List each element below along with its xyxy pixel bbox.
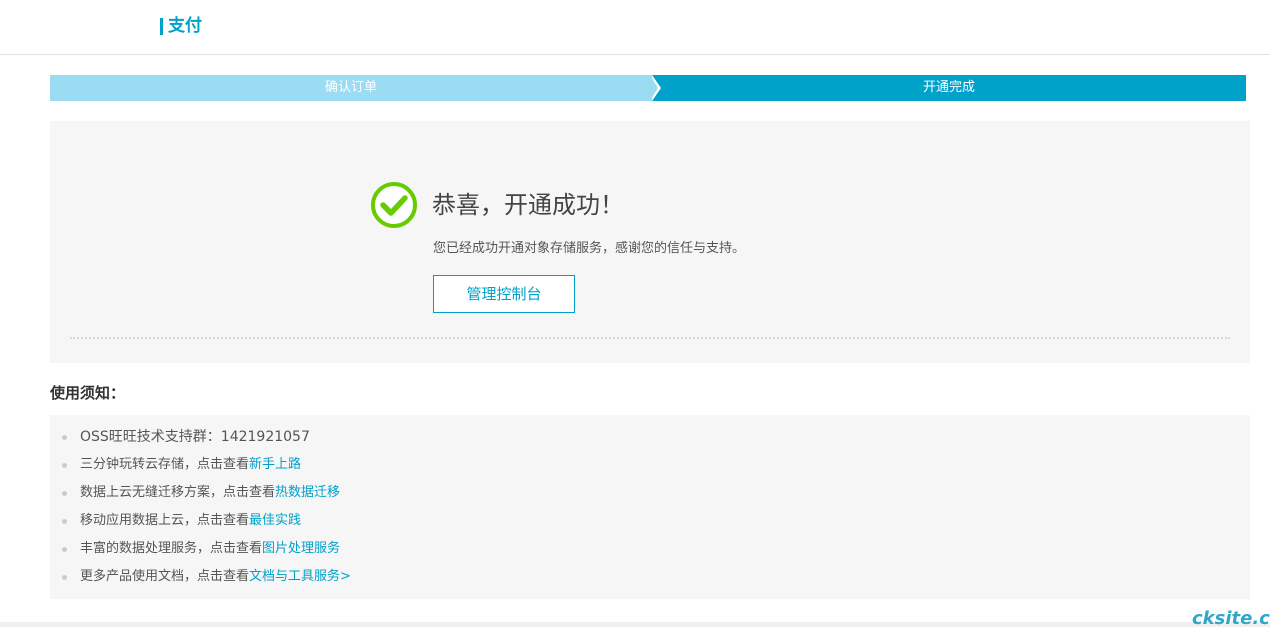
notice-item-text: 移动应用数据上云，点击查看 (80, 513, 250, 528)
success-title: 恭喜，开通成功！ (432, 191, 624, 219)
bullet-icon (62, 575, 67, 580)
best-practice-link[interactable]: 最佳实践 (249, 513, 301, 528)
notice-item-docs: 更多产品使用文档，点击查看文档与工具服务> (62, 565, 351, 593)
page-header: 支付 (0, 0, 1270, 55)
notice-item-text: 三分钟玩转云存储，点击查看 (80, 457, 250, 472)
bullet-icon (62, 519, 67, 524)
notice-item-processing: 丰富的数据处理服务，点击查看图片处理服务 (62, 537, 351, 565)
dotted-divider (70, 337, 1230, 339)
notice-item-text: 数据上云无缝迁移方案，点击查看 (80, 485, 276, 500)
bullet-icon (62, 547, 67, 552)
notice-item-text: 丰富的数据处理服务，点击查看 (80, 541, 263, 556)
manage-console-button[interactable]: 管理控制台 (433, 275, 575, 313)
bullet-icon (62, 463, 67, 468)
notice-list: OSS旺旺技术支持群：1421921057 三分钟玩转云存储，点击查看新手上路 … (62, 425, 351, 593)
step-activation-complete: 开通完成 (652, 75, 1246, 101)
success-description: 您已经成功开通对象存储服务，感谢您的信任与支持。 (433, 241, 746, 256)
site-watermark: cksite.cn (1192, 608, 1270, 627)
notice-item-support-group: OSS旺旺技术支持群：1421921057 (62, 425, 351, 453)
step-arrow (650, 75, 658, 101)
bullet-icon (62, 435, 67, 440)
notice-panel: OSS旺旺技术支持群：1421921057 三分钟玩转云存储，点击查看新手上路 … (50, 415, 1250, 599)
title-accent-bar (160, 18, 163, 35)
step-confirm-order: 确认订单 (50, 75, 652, 101)
image-processing-link[interactable]: 图片处理服务 (262, 541, 340, 556)
notice-item-getting-started: 三分钟玩转云存储，点击查看新手上路 (62, 453, 351, 481)
success-panel: 恭喜，开通成功！ 您已经成功开通对象存储服务，感谢您的信任与支持。 管理控制台 (50, 121, 1250, 363)
bullet-icon (62, 491, 67, 496)
notice-item-migration: 数据上云无缝迁移方案，点击查看热数据迁移 (62, 481, 351, 509)
notice-item-text: 更多产品使用文档，点击查看 (80, 569, 250, 584)
notice-item-text: OSS旺旺技术支持群：1421921057 (80, 429, 310, 445)
notice-item-mobile: 移动应用数据上云，点击查看最佳实践 (62, 509, 351, 537)
footer-divider (0, 622, 1270, 627)
notice-title: 使用须知： (50, 384, 126, 402)
progress-steps: 确认订单 开通完成 (50, 75, 1246, 101)
hot-data-migration-link[interactable]: 热数据迁移 (275, 485, 340, 500)
getting-started-link[interactable]: 新手上路 (249, 457, 301, 472)
page-title: 支付 (168, 16, 202, 36)
check-circle-icon (371, 182, 417, 228)
docs-tools-link[interactable]: 文档与工具服务> (249, 569, 351, 584)
